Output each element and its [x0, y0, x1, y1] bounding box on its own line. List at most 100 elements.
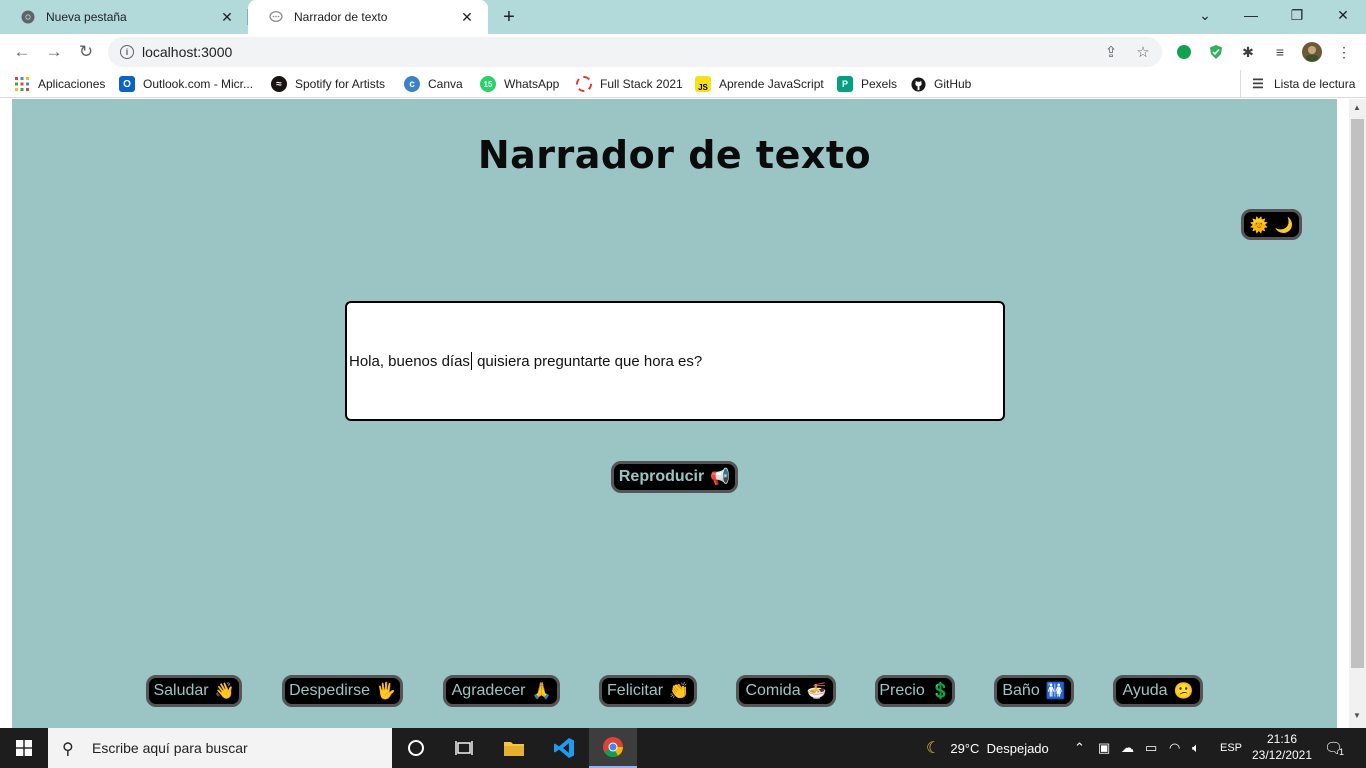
reading-list-icon: ☰ [1252, 76, 1264, 91]
taskbar-search-placeholder: Escribe aquí para buscar [92, 740, 248, 756]
tray-chevron-icon[interactable]: ⌃ [1074, 728, 1085, 768]
scroll-down-icon[interactable]: ▼ [1353, 711, 1361, 720]
tab-narrador[interactable]: Narrador de texto ✕ [248, 0, 488, 34]
bookmark-outlook[interactable]: O Outlook.com - Micr... [119, 70, 253, 98]
bookmark-spotify[interactable]: ≈ Spotify for Artists [271, 70, 385, 98]
close-tab-icon[interactable]: ✕ [458, 8, 476, 26]
bookmark-canva[interactable]: c Canva [404, 70, 463, 98]
meet-now-icon[interactable]: ▣ [1098, 728, 1110, 768]
file-explorer-icon[interactable] [490, 728, 538, 768]
puzzle-extensions-icon[interactable]: ✱ [1238, 42, 1258, 62]
address-bar[interactable]: i localhost:3000 ⇪ ☆ [108, 37, 1162, 67]
tab-strip: Nueva pestaña ✕ Narrador de texto ✕ + ⌄ … [0, 0, 1366, 34]
praying-hands-icon: 🙏 [531, 683, 552, 700]
moon-icon: 🌙 [1274, 216, 1294, 234]
bookmark-pexels[interactable]: P Pexels [837, 70, 897, 98]
text-after-caret: quisiera preguntarte que hora es? [472, 352, 703, 370]
pexels-icon: P [837, 76, 853, 92]
agradecer-button[interactable]: Agradecer 🙏 [443, 675, 560, 707]
cortana-icon[interactable] [392, 728, 440, 768]
bano-button[interactable]: Baño 🚻 [994, 675, 1074, 707]
fullstack-icon [576, 76, 592, 92]
bookmark-label: Outlook.com - Micr... [143, 77, 254, 91]
tab-search-chevron-icon[interactable]: ⌄ [1182, 0, 1228, 30]
chrome-taskbar-icon[interactable] [589, 728, 637, 768]
clapping-hands-icon: 👏 [669, 683, 689, 700]
url-text[interactable]: localhost:3000 [142, 44, 232, 60]
quick-button-label: Comida [745, 682, 801, 699]
windows-taskbar: ⚲ Escribe aquí para buscar ☾ 29°C Despej… [0, 728, 1366, 768]
ayuda-button[interactable]: Ayuda 😕 [1113, 675, 1203, 707]
volume-icon[interactable]: 🔈︎ [1192, 728, 1200, 768]
spotify-icon: ≈ [271, 76, 287, 92]
scroll-up-icon[interactable]: ▲ [1353, 103, 1361, 112]
apps-grid-icon [14, 76, 30, 92]
share-icon[interactable]: ⇪ [1100, 37, 1122, 67]
task-view-icon[interactable] [440, 728, 488, 768]
media-queue-icon[interactable]: ≡ [1270, 42, 1290, 62]
github-icon [910, 76, 926, 92]
vscode-icon[interactable] [540, 728, 588, 768]
wave-icon: 👋 [214, 683, 235, 700]
shield-extension-icon[interactable] [1206, 42, 1226, 62]
theme-toggle-button[interactable]: 🌞 🌙 [1241, 209, 1302, 240]
close-tab-icon[interactable]: ✕ [218, 8, 236, 26]
sun-icon: 🌞 [1249, 216, 1269, 234]
canva-icon: c [404, 76, 420, 92]
tab-new-tab[interactable]: Nueva pestaña ✕ [0, 0, 248, 34]
bookmark-whatsapp[interactable]: 15 WhatsApp [480, 70, 559, 98]
notification-count: 1 [1339, 747, 1345, 757]
js-icon: JS [695, 76, 711, 92]
page-viewport: Narrador de texto 🌞 🌙 Hola, buenos días … [0, 99, 1366, 728]
bookmark-label: GitHub [934, 77, 972, 91]
scrollbar-thumb[interactable] [1351, 119, 1364, 668]
forward-arrow-icon[interactable]: → [40, 38, 68, 66]
tab-title: Nueva pestaña [46, 10, 127, 24]
minimize-icon[interactable]: — [1228, 0, 1274, 30]
green-extension-icon[interactable] [1174, 42, 1194, 62]
play-button-label: Reproducir [618, 468, 705, 485]
back-arrow-icon[interactable]: ← [8, 38, 36, 66]
play-button[interactable]: Reproducir 📢 [611, 461, 738, 493]
avatar[interactable] [1302, 42, 1322, 62]
saludar-button[interactable]: Saludar 👋 [146, 675, 242, 707]
text-before-caret: Hola, buenos días [349, 352, 470, 370]
info-icon[interactable]: i [120, 45, 134, 59]
comida-button[interactable]: Comida 🍜 [736, 675, 836, 707]
text-input-area[interactable]: Hola, buenos días quisiera preguntarte q… [345, 301, 1005, 421]
language-indicator[interactable]: ESP [1220, 728, 1242, 768]
clock-time: 21:16 [1266, 732, 1298, 746]
kebab-menu-icon[interactable]: ⋮ [1334, 42, 1354, 62]
tab-title: Narrador de texto [294, 10, 388, 24]
bookmark-fullstack[interactable]: Full Stack 2021 [576, 70, 683, 98]
close-window-icon[interactable]: ✕ [1320, 0, 1366, 30]
moon-weather-icon: ☾ [926, 740, 941, 757]
raised-hand-icon: 🖐 [376, 683, 396, 700]
notifications-button[interactable]: 🗨︎ 1 [1324, 728, 1344, 768]
windows-start-icon[interactable] [0, 728, 48, 768]
felicitar-button[interactable]: Felicitar 👏 [599, 675, 697, 707]
bookmark-github[interactable]: GitHub [910, 70, 971, 98]
quick-button-label: Precio [879, 682, 925, 699]
reading-list-button[interactable]: ☰ Lista de lectura [1240, 70, 1355, 98]
weather-widget[interactable]: ☾ 29°C Despejado [926, 728, 1049, 768]
reload-icon[interactable]: ↻ [72, 38, 100, 66]
bookmark-star-icon[interactable]: ☆ [1132, 37, 1154, 67]
despedirse-button[interactable]: Despedirse 🖐 [282, 675, 403, 707]
bookmark-aplicaciones[interactable]: Aplicaciones [14, 70, 105, 98]
bookmark-javascript[interactable]: JS Aprende JavaScript [695, 70, 824, 98]
wifi-icon[interactable]: ◠ [1169, 728, 1180, 768]
outlook-icon: O [119, 76, 135, 92]
whatsapp-icon: 15 [480, 76, 496, 92]
battery-icon[interactable]: ▭ [1145, 728, 1157, 768]
restore-icon[interactable]: ❐ [1274, 0, 1320, 30]
vertical-scrollbar[interactable]: ▲ ▼ [1349, 99, 1366, 728]
quick-button-label: Saludar [153, 682, 209, 699]
taskbar-search-box[interactable]: ⚲ Escribe aquí para buscar [48, 728, 392, 768]
bookmark-label: Canva [428, 77, 463, 91]
new-tab-button[interactable]: + [497, 5, 521, 29]
onedrive-icon[interactable]: ☁ [1121, 728, 1134, 768]
page-title: Narrador de texto [477, 133, 872, 177]
precio-button[interactable]: Precio 💲 [875, 675, 955, 707]
system-clock[interactable]: 21:16 23/12/2021 [1247, 731, 1317, 763]
